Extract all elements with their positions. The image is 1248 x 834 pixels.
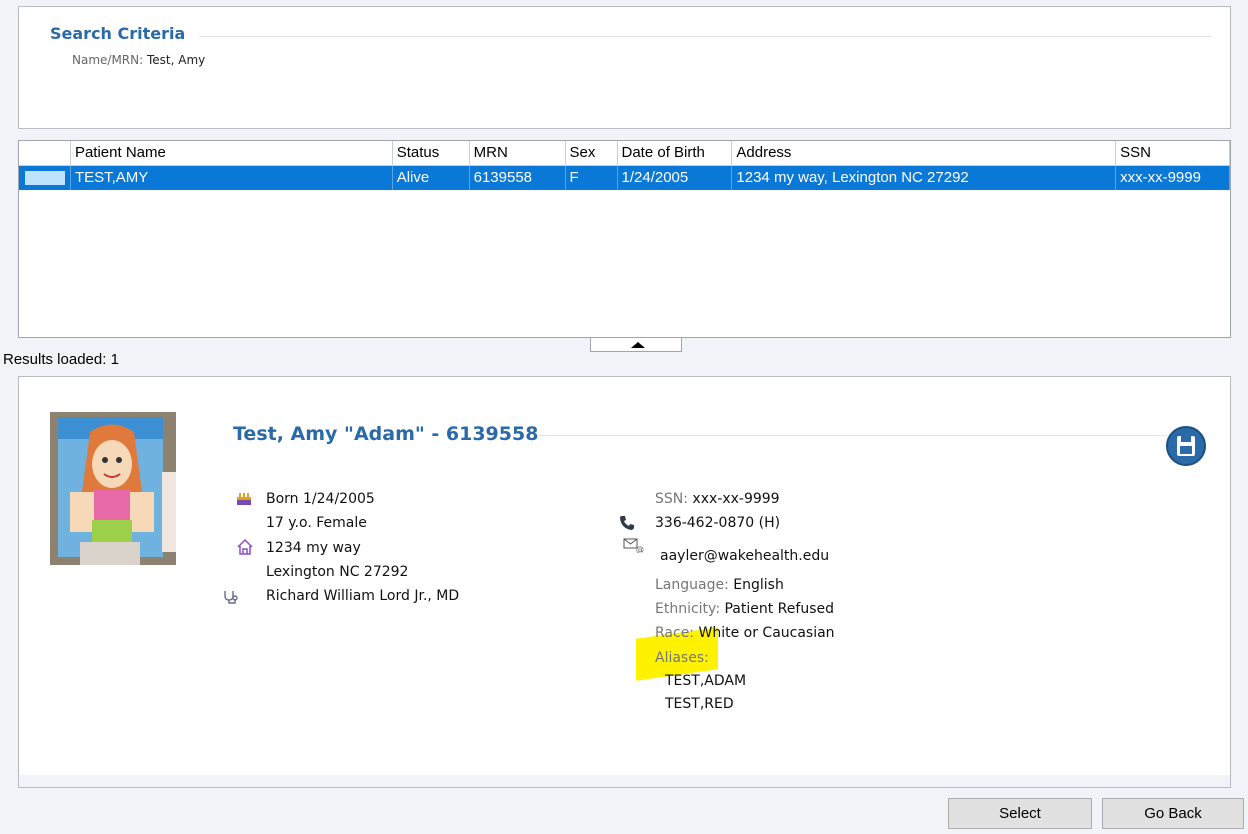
race-value: White or Caucasian — [698, 625, 835, 641]
save-icon[interactable] — [1166, 426, 1206, 466]
column-header-sex[interactable]: Sex — [566, 141, 618, 165]
table-row[interactable]: TEST,AMY Alive 6139558 F 1/24/2005 1234 … — [19, 166, 1230, 190]
divider — [199, 36, 1212, 37]
go-back-button[interactable]: Go Back — [1102, 798, 1244, 829]
criteria-name-line: Name/MRN: Test, Amy — [72, 53, 205, 67]
collapse-panel-handle[interactable] — [590, 338, 682, 352]
row-selector[interactable] — [19, 166, 71, 190]
cell-status[interactable]: Alive — [393, 166, 470, 190]
column-header-address[interactable]: Address — [732, 141, 1117, 165]
patient-photo — [50, 412, 176, 565]
language-line: Language: English — [655, 577, 784, 593]
birth-date: Born 1/24/2005 — [266, 491, 375, 507]
cell-date-of-birth[interactable]: 1/24/2005 — [618, 166, 733, 190]
age-sex: 17 y.o. Female — [266, 515, 367, 531]
race-label: Race: — [655, 625, 695, 641]
patient-title: Test, Amy "Adam" - 6139558 — [233, 423, 539, 445]
aliases-label: Aliases: — [655, 650, 709, 666]
cell-sex[interactable]: F — [566, 166, 618, 190]
alias-item: TEST,RED — [665, 696, 734, 712]
ssn-value: xxx-xx-9999 — [692, 491, 780, 507]
language-value: English — [733, 577, 784, 593]
cell-ssn[interactable]: xxx-xx-9999 — [1116, 166, 1230, 190]
ssn-label: SSN: — [655, 491, 688, 507]
row-selection-indicator — [25, 171, 65, 185]
column-header-mrn[interactable]: MRN — [470, 141, 566, 165]
search-criteria-title: Search Criteria — [50, 24, 186, 43]
ethnicity-label: Ethnicity: — [655, 601, 721, 617]
home-icon — [236, 538, 254, 561]
phone-number: 336-462-0870 (H) — [655, 515, 781, 531]
panel-footer-strip — [19, 775, 1230, 787]
name-mrn-label: Name/MRN: — [72, 53, 144, 67]
column-header-patient-name[interactable]: Patient Name — [71, 141, 393, 165]
stethoscope-icon — [222, 589, 240, 610]
divider — [537, 435, 1170, 436]
name-mrn-value: Test, Amy — [146, 53, 206, 67]
chevron-up-icon — [631, 342, 645, 348]
patient-detail-panel: Test, Amy "Adam" - 6139558 Born 1/24/200… — [18, 376, 1231, 788]
email-address[interactable]: aayler@wakehealth.edu — [660, 548, 829, 564]
address-line-1: 1234 my way — [266, 540, 361, 556]
results-loaded-status: Results loaded: 1 — [3, 351, 119, 368]
phone-icon — [619, 515, 635, 536]
alias-item: TEST,ADAM — [665, 673, 747, 689]
column-header-status[interactable]: Status — [393, 141, 470, 165]
ethnicity-line: Ethnicity: Patient Refused — [655, 601, 834, 617]
grid-header: Patient Name Status MRN Sex Date of Birt… — [19, 141, 1230, 166]
patient-photo-image — [50, 412, 176, 565]
column-header-selector[interactable] — [19, 141, 71, 165]
ethnicity-value: Patient Refused — [724, 601, 834, 617]
race-line: Race: White or Caucasian — [655, 625, 835, 641]
column-header-ssn[interactable]: SSN — [1116, 141, 1230, 165]
birthday-cake-icon — [236, 490, 252, 511]
select-button[interactable]: Select — [948, 798, 1092, 829]
language-label: Language: — [655, 577, 729, 593]
column-header-date-of-birth[interactable]: Date of Birth — [618, 141, 733, 165]
svg-text:@: @ — [636, 545, 644, 553]
cell-patient-name[interactable]: TEST,AMY — [71, 166, 393, 190]
floppy-disk-icon — [1177, 436, 1195, 456]
cell-address[interactable]: 1234 my way, Lexington NC 27292 — [732, 166, 1117, 190]
ssn-line: SSN: xxx-xx-9999 — [655, 491, 780, 507]
search-criteria-panel: Search Criteria Name/MRN: Test, Amy — [18, 6, 1231, 129]
email-icon: @ — [623, 537, 645, 558]
address-line-2: Lexington NC 27292 — [266, 564, 409, 580]
primary-provider: Richard William Lord Jr., MD — [266, 588, 460, 604]
results-grid[interactable]: Patient Name Status MRN Sex Date of Birt… — [18, 140, 1231, 338]
cell-mrn[interactable]: 6139558 — [470, 166, 566, 190]
